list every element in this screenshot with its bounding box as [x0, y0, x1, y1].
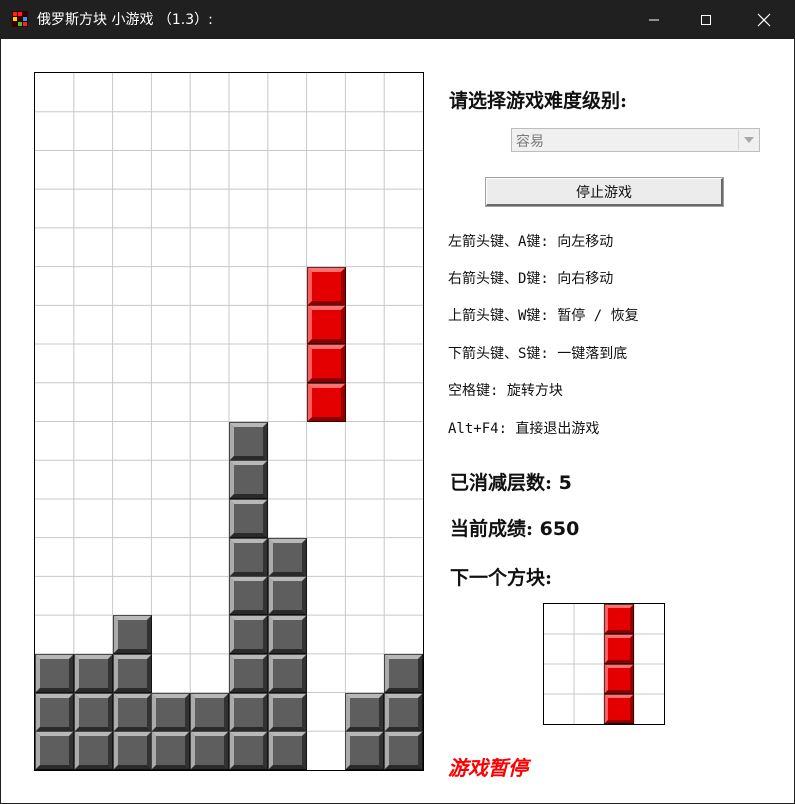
settled-block	[384, 731, 424, 771]
key-help-exit: Alt+F4: 直接退出游戏	[448, 421, 600, 437]
game-status: 游戏暂停	[448, 756, 528, 780]
settled-block	[345, 731, 385, 771]
settled-block	[267, 576, 307, 616]
lines-cleared-value: 5	[558, 472, 572, 494]
key-help-space: 空格键: 旋转方块	[448, 383, 563, 399]
difficulty-prompt: 请选择游戏难度级别:	[449, 90, 628, 112]
settled-block	[229, 498, 268, 538]
title-bar[interactable]: 俄罗斯方块 小游戏 （1.3）:	[1, 1, 794, 39]
game-window: 俄罗斯方块 小游戏 （1.3）: 请选择游戏难度级别: 容易 停止游戏 左箭头键…	[0, 0, 795, 804]
difficulty-selected-value: 容易	[516, 134, 544, 150]
settled-block	[229, 731, 268, 771]
settled-block	[73, 692, 113, 732]
next-piece-label: 下一个方块:	[450, 567, 553, 589]
falling-block	[306, 382, 346, 422]
app-icon	[12, 11, 28, 27]
next-piece-block	[604, 604, 634, 634]
settled-block	[151, 692, 191, 732]
settled-block	[35, 692, 74, 732]
falling-block	[306, 266, 346, 306]
key-help-up: 上箭头键、W键: 暂停 / 恢复	[448, 308, 639, 324]
settled-block	[229, 653, 268, 693]
settled-block	[112, 692, 152, 732]
settled-block	[190, 692, 230, 732]
settled-block	[267, 653, 307, 693]
settled-block	[229, 576, 268, 616]
lines-cleared-label: 已消减层数:	[450, 472, 553, 494]
maximize-icon	[701, 15, 711, 25]
settled-block	[35, 653, 74, 693]
window-title: 俄罗斯方块 小游戏 （1.3）:	[37, 12, 213, 28]
game-board[interactable]	[34, 72, 424, 771]
settled-block	[229, 421, 268, 461]
settled-block	[229, 537, 268, 577]
settled-block	[229, 692, 268, 732]
falling-block	[306, 305, 346, 345]
stop-game-button[interactable]: 停止游戏	[485, 177, 724, 207]
settled-block	[267, 615, 307, 655]
score-label: 当前成绩:	[450, 518, 534, 540]
next-piece-preview	[543, 603, 665, 725]
chevron-down-icon	[738, 130, 758, 150]
score-value: 650	[539, 518, 580, 540]
close-button[interactable]	[741, 1, 787, 39]
settled-block	[112, 615, 152, 655]
difficulty-select[interactable]: 容易	[511, 128, 760, 152]
minimize-icon	[649, 19, 659, 21]
minimize-button[interactable]	[631, 1, 677, 39]
settled-block	[35, 731, 74, 771]
score-stat: 当前成绩: 650	[450, 514, 579, 541]
settled-block	[345, 692, 385, 732]
falling-block	[306, 344, 346, 384]
settled-block	[229, 615, 268, 655]
next-piece-block	[604, 664, 634, 694]
settled-block	[384, 653, 424, 693]
settled-block	[267, 537, 307, 577]
key-help-right: 右箭头键、D键: 向右移动	[448, 271, 614, 287]
settled-block	[73, 653, 113, 693]
settled-block	[112, 731, 152, 771]
settled-block	[229, 460, 268, 500]
key-help-down: 下箭头键、S键: 一键落到底	[448, 346, 628, 362]
settled-block	[112, 653, 152, 693]
settled-block	[151, 731, 191, 771]
next-piece-block	[604, 694, 634, 724]
settled-block	[190, 731, 230, 771]
settled-block	[73, 731, 113, 771]
settled-block	[267, 692, 307, 732]
settled-block	[384, 692, 424, 732]
lines-cleared-stat: 已消减层数: 5	[450, 468, 572, 495]
settled-block	[267, 731, 307, 771]
close-icon	[757, 13, 771, 27]
maximize-button[interactable]	[683, 1, 729, 39]
next-piece-block	[604, 634, 634, 664]
key-help-left: 左箭头键、A键: 向左移动	[448, 234, 614, 250]
